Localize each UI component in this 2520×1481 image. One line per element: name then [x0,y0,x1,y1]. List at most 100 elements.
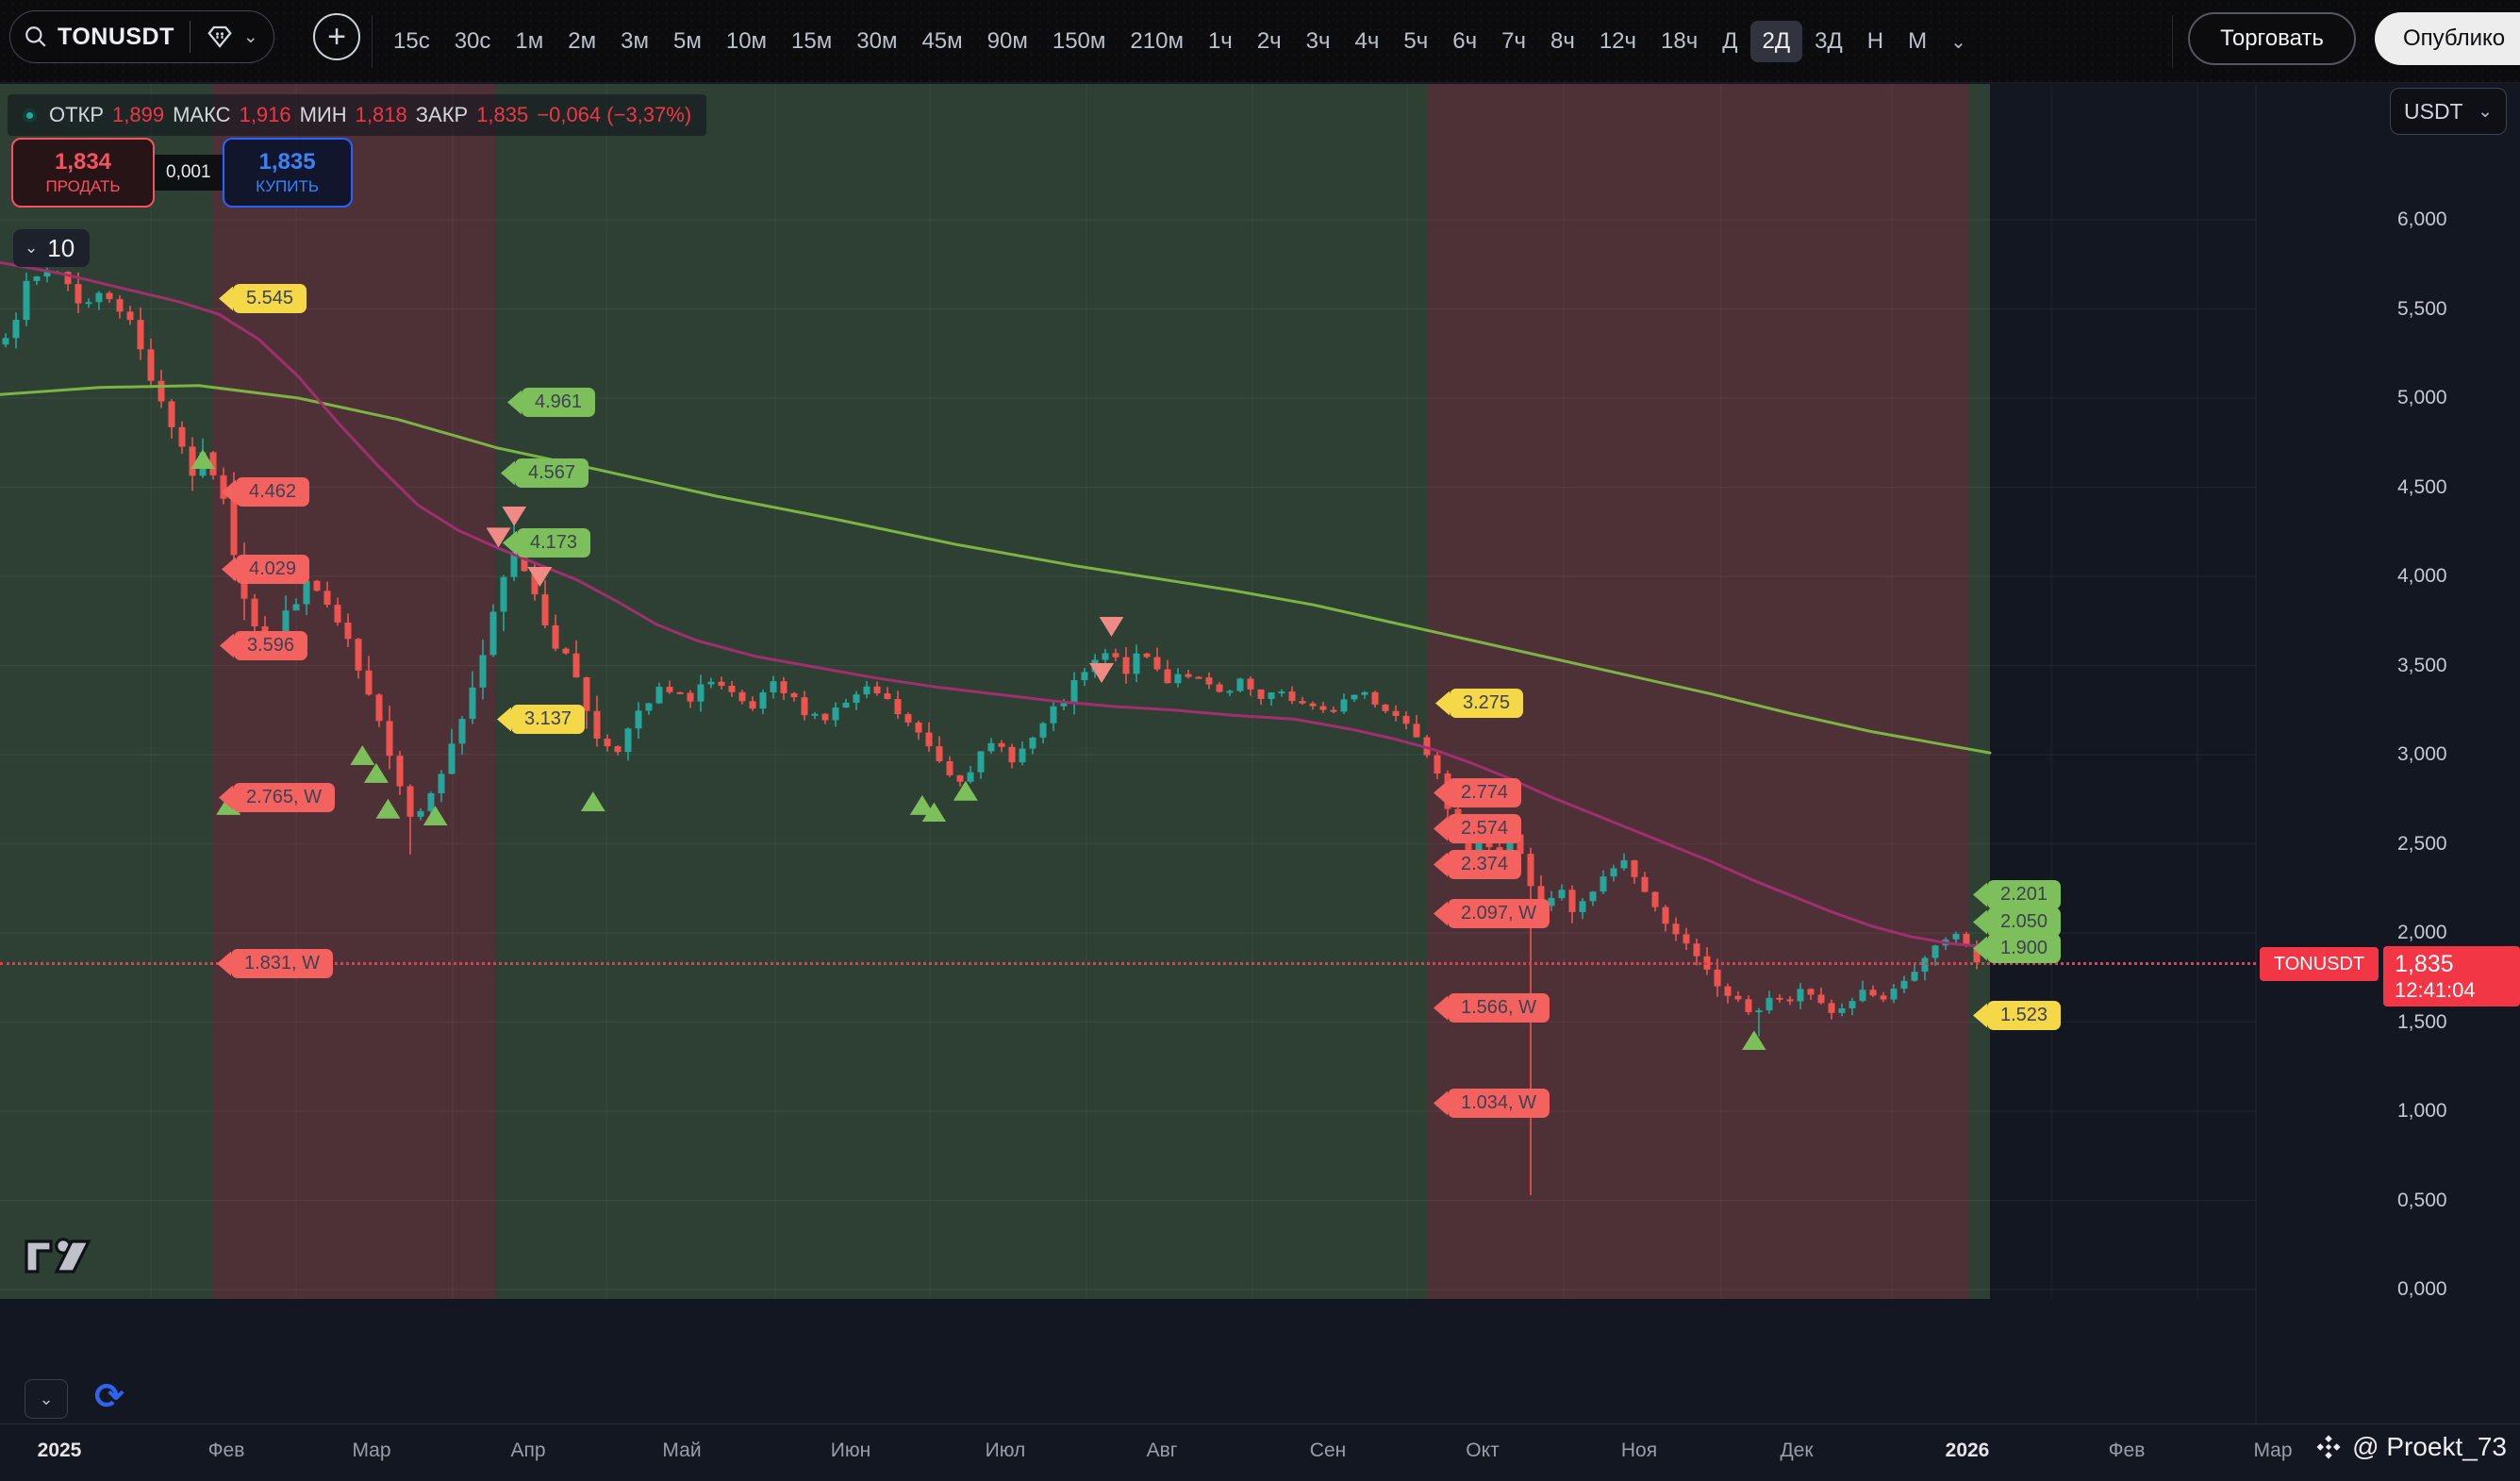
price-level-tag: 5.545 [219,284,307,313]
interval-button-30с[interactable]: 30с [442,21,504,62]
interval-button-Д[interactable]: Д [1710,21,1749,62]
background-band [1968,84,1990,1299]
price-level-tag: 2.574 [1434,814,1521,843]
toolbar-separator [372,15,373,68]
order-widget: 1,834 ПРОДАТЬ 0,001 1,835 КУПИТЬ [11,138,353,208]
price-axis-label: 0,500 [2397,1190,2447,1212]
interval-button-4ч[interactable]: 4ч [1343,21,1392,62]
time-axis-label: Авг [1147,1439,1178,1462]
interval-button-90м[interactable]: 90м [975,21,1040,62]
time-axis-label: Фев [2109,1439,2146,1462]
interval-button-3ч[interactable]: 3ч [1294,21,1343,62]
more-intervals-chevron-icon[interactable]: ⌄ [1939,30,1978,54]
chevron-down-icon: ⌄ [25,239,38,258]
price-axis-label: 5,000 [2397,387,2447,409]
auto-refresh-icon[interactable]: ⟳ [94,1375,124,1418]
time-axis-label: Мар [2253,1439,2292,1462]
price-axis-label: 4,000 [2397,565,2447,588]
time-axis-label: Сен [1310,1439,1346,1462]
axis-currency-dropdown[interactable]: USDT ⌄ [2390,88,2507,135]
symbol-search[interactable]: TONUSDT ⌄ [9,10,274,63]
interval-button-150м[interactable]: 150м [1040,21,1119,62]
close-value: 1,835 [476,103,528,127]
chevron-down-icon[interactable]: ⌄ [243,26,258,48]
price-level-tag: 2.765, W [219,783,335,812]
price-level-tag: 2.374 [1434,850,1521,879]
interval-button-3м[interactable]: 3м [608,21,661,62]
author-watermark: @ Proekt_73 [2314,1432,2507,1462]
interval-button-8ч[interactable]: 8ч [1538,21,1587,62]
divider [190,21,191,53]
interval-button-1м[interactable]: 1м [503,21,555,62]
price-axis-label: 1,000 [2397,1100,2447,1123]
price-level-tag: 3.275 [1435,689,1523,718]
sell-button[interactable]: 1,834 ПРОДАТЬ [11,138,155,208]
time-axis-label: Дек [1780,1439,1813,1462]
interval-bar: 15с30с1м2м3м5м10м15м30м45м90м150м210м1ч2… [381,0,1978,83]
current-price-box: 1,835 12:41:04 [2383,946,2520,1007]
interval-button-1ч[interactable]: 1ч [1196,21,1245,62]
price-level-tag: 4.567 [501,458,589,488]
collapse-toolbar-button[interactable]: ⌄ [25,1379,68,1419]
bar-countdown: 12:41:04 [2395,978,2520,1003]
time-axis-label: Июн [831,1439,870,1462]
interval-button-210м[interactable]: 210м [1118,21,1196,62]
time-axis-label: Окт [1466,1439,1499,1462]
interval-button-30м[interactable]: 30м [844,21,909,62]
price-axis-label: 3,000 [2397,743,2447,766]
interval-button-3Д[interactable]: 3Д [1802,21,1855,62]
time-axis[interactable]: 2025ФевМарАпрМайИюнИюлАвгСенОктНояДек202… [0,1423,2520,1481]
publish-button[interactable]: Опублико [2375,12,2520,65]
price-chart[interactable] [0,0,2520,1481]
top-toolbar: TONUSDT ⌄ + 15с30с1м2м3м5м10м15м30м45м90… [0,0,2520,83]
interval-button-6ч[interactable]: 6ч [1440,21,1489,62]
sell-price: 1,834 [55,149,111,175]
time-axis-label: Фев [208,1439,245,1462]
market-status-icon[interactable] [23,108,37,123]
interval-button-45м[interactable]: 45м [909,21,974,62]
change-value: −0,064 (−3,37%) [537,103,691,127]
author-handle: @ Proekt_73 [2352,1432,2507,1462]
price-level-tag: 2.050 [1973,907,2061,937]
price-axis-label: 5,500 [2397,298,2447,321]
interval-button-2Д[interactable]: 2Д [1750,21,1803,62]
buy-button[interactable]: 1,835 КУПИТЬ [223,138,353,208]
current-price-symbol-tag: TONUSDT [2260,947,2379,981]
interval-button-10м[interactable]: 10м [714,21,779,62]
trade-button[interactable]: Торговать [2188,12,2356,65]
interval-button-18ч[interactable]: 18ч [1649,21,1710,62]
price-axis-label: 0,000 [2397,1278,2447,1301]
interval-button-2м[interactable]: 2м [555,21,608,62]
interval-button-5ч[interactable]: 5ч [1391,21,1440,62]
interval-button-5м[interactable]: 5м [661,21,714,62]
price-level-tag: 2.097, W [1434,899,1550,928]
interval-button-2ч[interactable]: 2ч [1245,21,1294,62]
sell-label: ПРОДАТЬ [45,177,120,196]
interval-button-15м[interactable]: 15м [779,21,844,62]
price-level-tag: 1.523 [1973,1001,2061,1030]
interval-button-М[interactable]: М [1896,21,1939,62]
interval-button-15с[interactable]: 15с [381,21,442,62]
buy-label: КУПИТЬ [256,177,319,196]
price-level-tag: 3.596 [220,631,307,660]
price-level-tag: 1.034, W [1434,1089,1550,1118]
interval-button-12ч[interactable]: 12ч [1587,21,1649,62]
interval-button-7ч[interactable]: 7ч [1489,21,1538,62]
bar-count-selector[interactable]: ⌄ 10 [13,229,90,267]
low-value: 1,818 [356,103,407,127]
symbol-name: TONUSDT [58,24,174,51]
price-axis-label: 3,500 [2397,655,2447,677]
price-level-tag: 2.774 [1434,778,1521,807]
gem-icon[interactable] [206,23,234,51]
price-axis-label: 2,000 [2397,922,2447,944]
add-symbol-button[interactable]: + [313,13,360,60]
price-level-tag: 4.462 [222,477,309,507]
close-label: ЗАКР [416,103,468,127]
time-axis-label: Июл [986,1439,1026,1462]
high-value: 1,916 [240,103,291,127]
ohlc-legend: ОТКР 1,899 МАКС 1,916 МИН 1,818 ЗАКР 1,8… [8,94,706,136]
interval-button-Н[interactable]: Н [1855,21,1896,62]
time-axis-label: 2026 [1946,1439,1990,1462]
tradingview-logo[interactable] [25,1230,92,1283]
price-axis-label: 6,000 [2397,208,2447,231]
